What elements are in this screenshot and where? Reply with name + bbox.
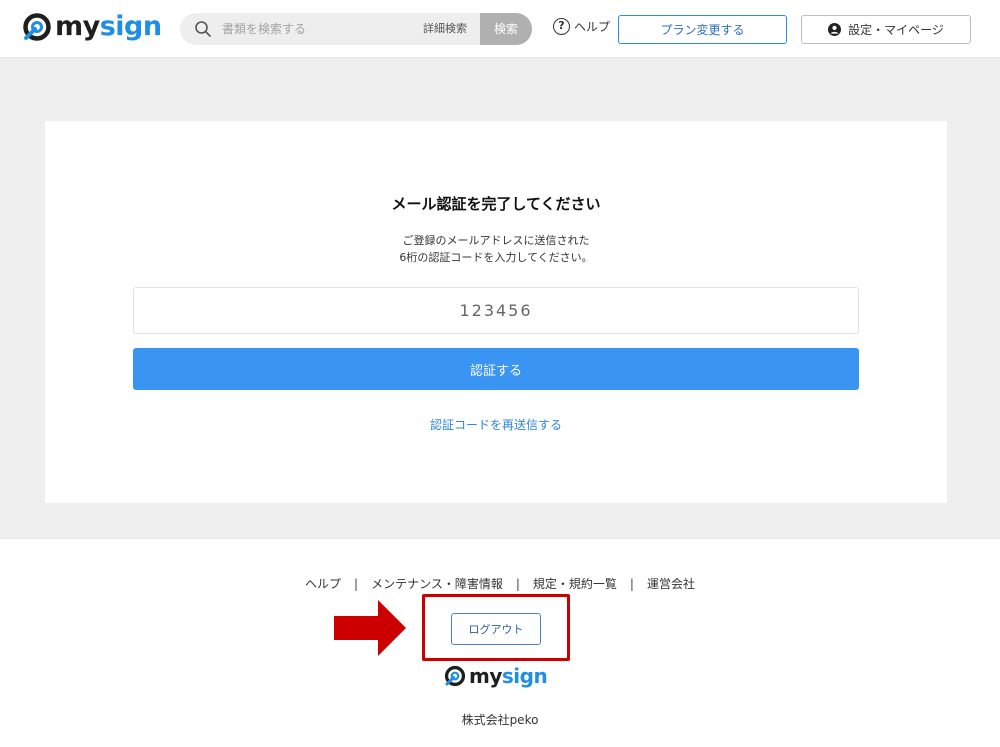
main-content-area: メール認証を完了してください ご登録のメールアドレスに送信された 6桁の認証コー… [0, 58, 1000, 539]
verification-description: ご登録のメールアドレスに送信された 6桁の認証コードを入力してください。 [45, 232, 947, 266]
settings-mypage-button[interactable]: 設定・マイページ [801, 15, 971, 44]
logout-button[interactable]: ログアウト [451, 613, 541, 645]
verification-card: メール認証を完了してください ご登録のメールアドレスに送信された 6桁の認証コー… [45, 121, 947, 503]
user-icon [828, 23, 842, 36]
search-bar: 詳細検索 検索 [180, 13, 532, 45]
search-button[interactable]: 検索 [480, 13, 532, 45]
help-label: ヘルプ [574, 20, 611, 34]
settings-label: 設定・マイページ [848, 23, 944, 37]
mysign-logo[interactable]: mysign [22, 12, 162, 42]
verification-title: メール認証を完了してください [391, 195, 601, 213]
help-icon: ? [553, 18, 570, 35]
verify-button[interactable]: 認証する [133, 348, 859, 390]
footer-separator: | [629, 577, 634, 591]
footer-separator: | [354, 577, 359, 591]
footer-separator: | [515, 577, 520, 591]
resend-code-link[interactable]: 認証コードを再送信する [45, 416, 947, 433]
company-name: 株式会社peko [461, 713, 539, 727]
help-link[interactable]: ? ヘルプ [553, 18, 610, 35]
footer-links: ヘルプ | メンテナンス・障害情報 | 規定・規約一覧 | 運営会社 [0, 575, 1000, 592]
description-line-2: 6桁の認証コードを入力してください。 [399, 251, 593, 264]
search-input[interactable] [222, 13, 412, 45]
logo-mark-icon [23, 13, 51, 41]
footer-link-company[interactable]: 運営会社 [647, 577, 695, 591]
logo-text: mysign [55, 11, 162, 42]
logo-mark-icon [444, 665, 466, 687]
verification-code-input[interactable] [133, 287, 859, 334]
red-arrow-icon [334, 600, 406, 656]
footer-link-help[interactable]: ヘルプ [305, 577, 341, 591]
footer-link-terms[interactable]: 規定・規約一覧 [533, 577, 617, 591]
change-plan-button[interactable]: プラン変更する [618, 15, 787, 44]
advanced-search-link[interactable]: 詳細検索 [423, 13, 467, 45]
footer-logo-text: mysign [469, 664, 548, 688]
footer-mysign-logo: mysign [444, 664, 548, 688]
description-line-1: ご登録のメールアドレスに送信された [402, 234, 590, 247]
app-header: mysign 詳細検索 検索 ? ヘルプ プラン変更する 設定・マイページ [0, 0, 1000, 58]
search-icon [195, 21, 211, 37]
footer-link-maintenance[interactable]: メンテナンス・障害情報 [371, 577, 503, 591]
